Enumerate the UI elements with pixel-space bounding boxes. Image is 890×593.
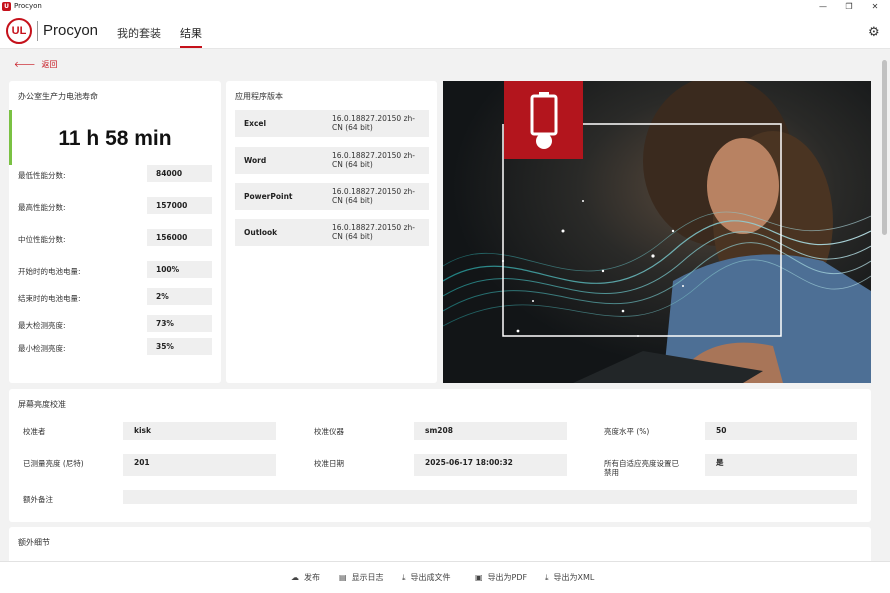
- stat-value-min-score: 84000: [147, 165, 212, 182]
- stat-label-max-brightness: 最大检测亮度:: [18, 321, 66, 330]
- stat-value-start-battery: 100%: [147, 261, 212, 278]
- app-name: PowerPoint: [244, 192, 293, 201]
- close-button[interactable]: ✕: [862, 0, 888, 13]
- stat-label-start-battery: 开始时的电池电量:: [18, 267, 81, 276]
- app-version: 16.0.18827.20150 zh- CN (64 bit): [332, 187, 415, 205]
- stat-label-max-score: 最高性能分数:: [18, 203, 66, 212]
- measured-brightness-label: 已测量亮度 (尼特): [23, 459, 84, 468]
- footer-toolbar: ☁ 发布 ▤ 显示日志 ⤓ 导出成文件 ▣ 导出为PDF ⤓ 导出为XML: [0, 561, 890, 593]
- scrollbar-thumb[interactable]: [882, 60, 887, 235]
- stat-value-max-score: 157000: [147, 197, 212, 214]
- show-log-button[interactable]: ▤ 显示日志: [339, 572, 384, 583]
- brightness-label: 亮度水平 (%): [604, 427, 650, 436]
- arrow-left-icon: 🡐: [14, 60, 36, 69]
- stat-label-end-battery: 结束时的电池电量:: [18, 294, 81, 303]
- battery-life-card: 办公室生产力电池寿命 11 h 58 min 最低性能分数: 84000 最高性…: [9, 81, 221, 383]
- active-tab-indicator: [180, 46, 202, 48]
- extra-card-title: 额外细节: [18, 538, 50, 547]
- calibration-card-title: 屏幕亮度校准: [18, 400, 66, 409]
- battery-life-value: 11 h 58 min: [58, 127, 172, 150]
- calibrator-label: 校准者: [23, 427, 46, 436]
- benchmark-hero-image: [443, 81, 871, 383]
- battery-card-title: 办公室生产力电池寿命: [18, 92, 98, 101]
- app-row: Word 16.0.18827.20150 zh- CN (64 bit): [235, 147, 429, 174]
- adaptive-brightness-label: 所有自适应亮度设置已 禁用: [604, 459, 679, 477]
- export-file-button[interactable]: ⤓ 导出成文件: [402, 572, 451, 583]
- app-name: Excel: [244, 119, 267, 128]
- app-version: 16.0.18827.20150 zh- CN (64 bit): [332, 151, 415, 169]
- app-row: Outlook 16.0.18827.20150 zh- CN (64 bit): [235, 219, 429, 246]
- brightness-value: 50: [705, 422, 857, 440]
- calibrator-value: kisk: [123, 422, 276, 440]
- logo-divider: [37, 21, 38, 41]
- export-pdf-button[interactable]: ▣ 导出为PDF: [475, 572, 527, 583]
- app-version: 16.0.18827.20150 zh- CN (64 bit): [332, 223, 415, 241]
- calibration-date-label: 校准日期: [314, 459, 344, 468]
- document-icon: ▤: [339, 573, 347, 582]
- restore-button[interactable]: ❐: [836, 0, 862, 13]
- app-name: Outlook: [244, 228, 278, 237]
- stat-value-max-brightness: 73%: [147, 315, 212, 332]
- apps-card-title: 应用程序版本: [235, 92, 283, 101]
- download-icon: ⤓: [402, 573, 406, 582]
- back-label: 返回: [41, 60, 58, 69]
- notes-value: [123, 490, 857, 504]
- download-icon: ⤓: [545, 573, 549, 582]
- app-row: PowerPoint 16.0.18827.20150 zh- CN (64 bi…: [235, 183, 429, 210]
- app-row: Excel 16.0.18827.20150 zh- CN (64 bit): [235, 110, 429, 137]
- stat-value-median-score: 156000: [147, 229, 212, 246]
- stat-label-min-score: 最低性能分数:: [18, 171, 66, 180]
- tab-my-suites[interactable]: 我的套装: [117, 25, 161, 41]
- publish-button[interactable]: ☁ 发布: [291, 572, 320, 583]
- app-icon: U: [2, 2, 11, 11]
- ul-logo: UL: [6, 18, 32, 44]
- measured-brightness-value: 201: [123, 454, 276, 476]
- export-xml-button[interactable]: ⤓ 导出为XML: [545, 572, 594, 583]
- stat-label-min-brightness: 最小检测亮度:: [18, 344, 66, 353]
- stat-value-min-brightness: 35%: [147, 338, 212, 355]
- stat-value-end-battery: 2%: [147, 288, 212, 305]
- app-header: UL Procyon 我的套装 结果 ⚙: [0, 13, 890, 49]
- app-version: 16.0.18827.20150 zh- CN (64 bit): [332, 114, 415, 132]
- screen-calibration-card: 屏幕亮度校准 校准者 kisk 校准仪器 sm208 亮度水平 (%) 50 已…: [9, 389, 871, 522]
- app-versions-card: 应用程序版本 Excel 16.0.18827.20150 zh- CN (64 …: [226, 81, 437, 383]
- calibration-date-value: 2025-06-17 18:00:32: [414, 454, 567, 476]
- cloud-upload-icon: ☁: [291, 573, 299, 582]
- device-value: sm208: [414, 422, 567, 440]
- device-label: 校准仪器: [314, 427, 344, 436]
- gear-icon[interactable]: ⚙: [868, 25, 880, 40]
- window-titlebar: U Procyon — ❐ ✕: [0, 0, 890, 13]
- save-icon: ▣: [475, 573, 483, 582]
- back-link[interactable]: 🡐 返回: [14, 59, 57, 70]
- stat-label-median-score: 中位性能分数:: [18, 235, 66, 244]
- brand-name: Procyon: [43, 22, 99, 39]
- notes-label: 额外备注: [23, 495, 53, 504]
- tab-results[interactable]: 结果: [180, 25, 202, 41]
- minimize-button[interactable]: —: [810, 0, 836, 13]
- app-name: Word: [244, 156, 267, 165]
- adaptive-brightness-value: 是: [705, 454, 857, 476]
- hero-illustration: [443, 81, 871, 383]
- window-title: Procyon: [14, 2, 42, 10]
